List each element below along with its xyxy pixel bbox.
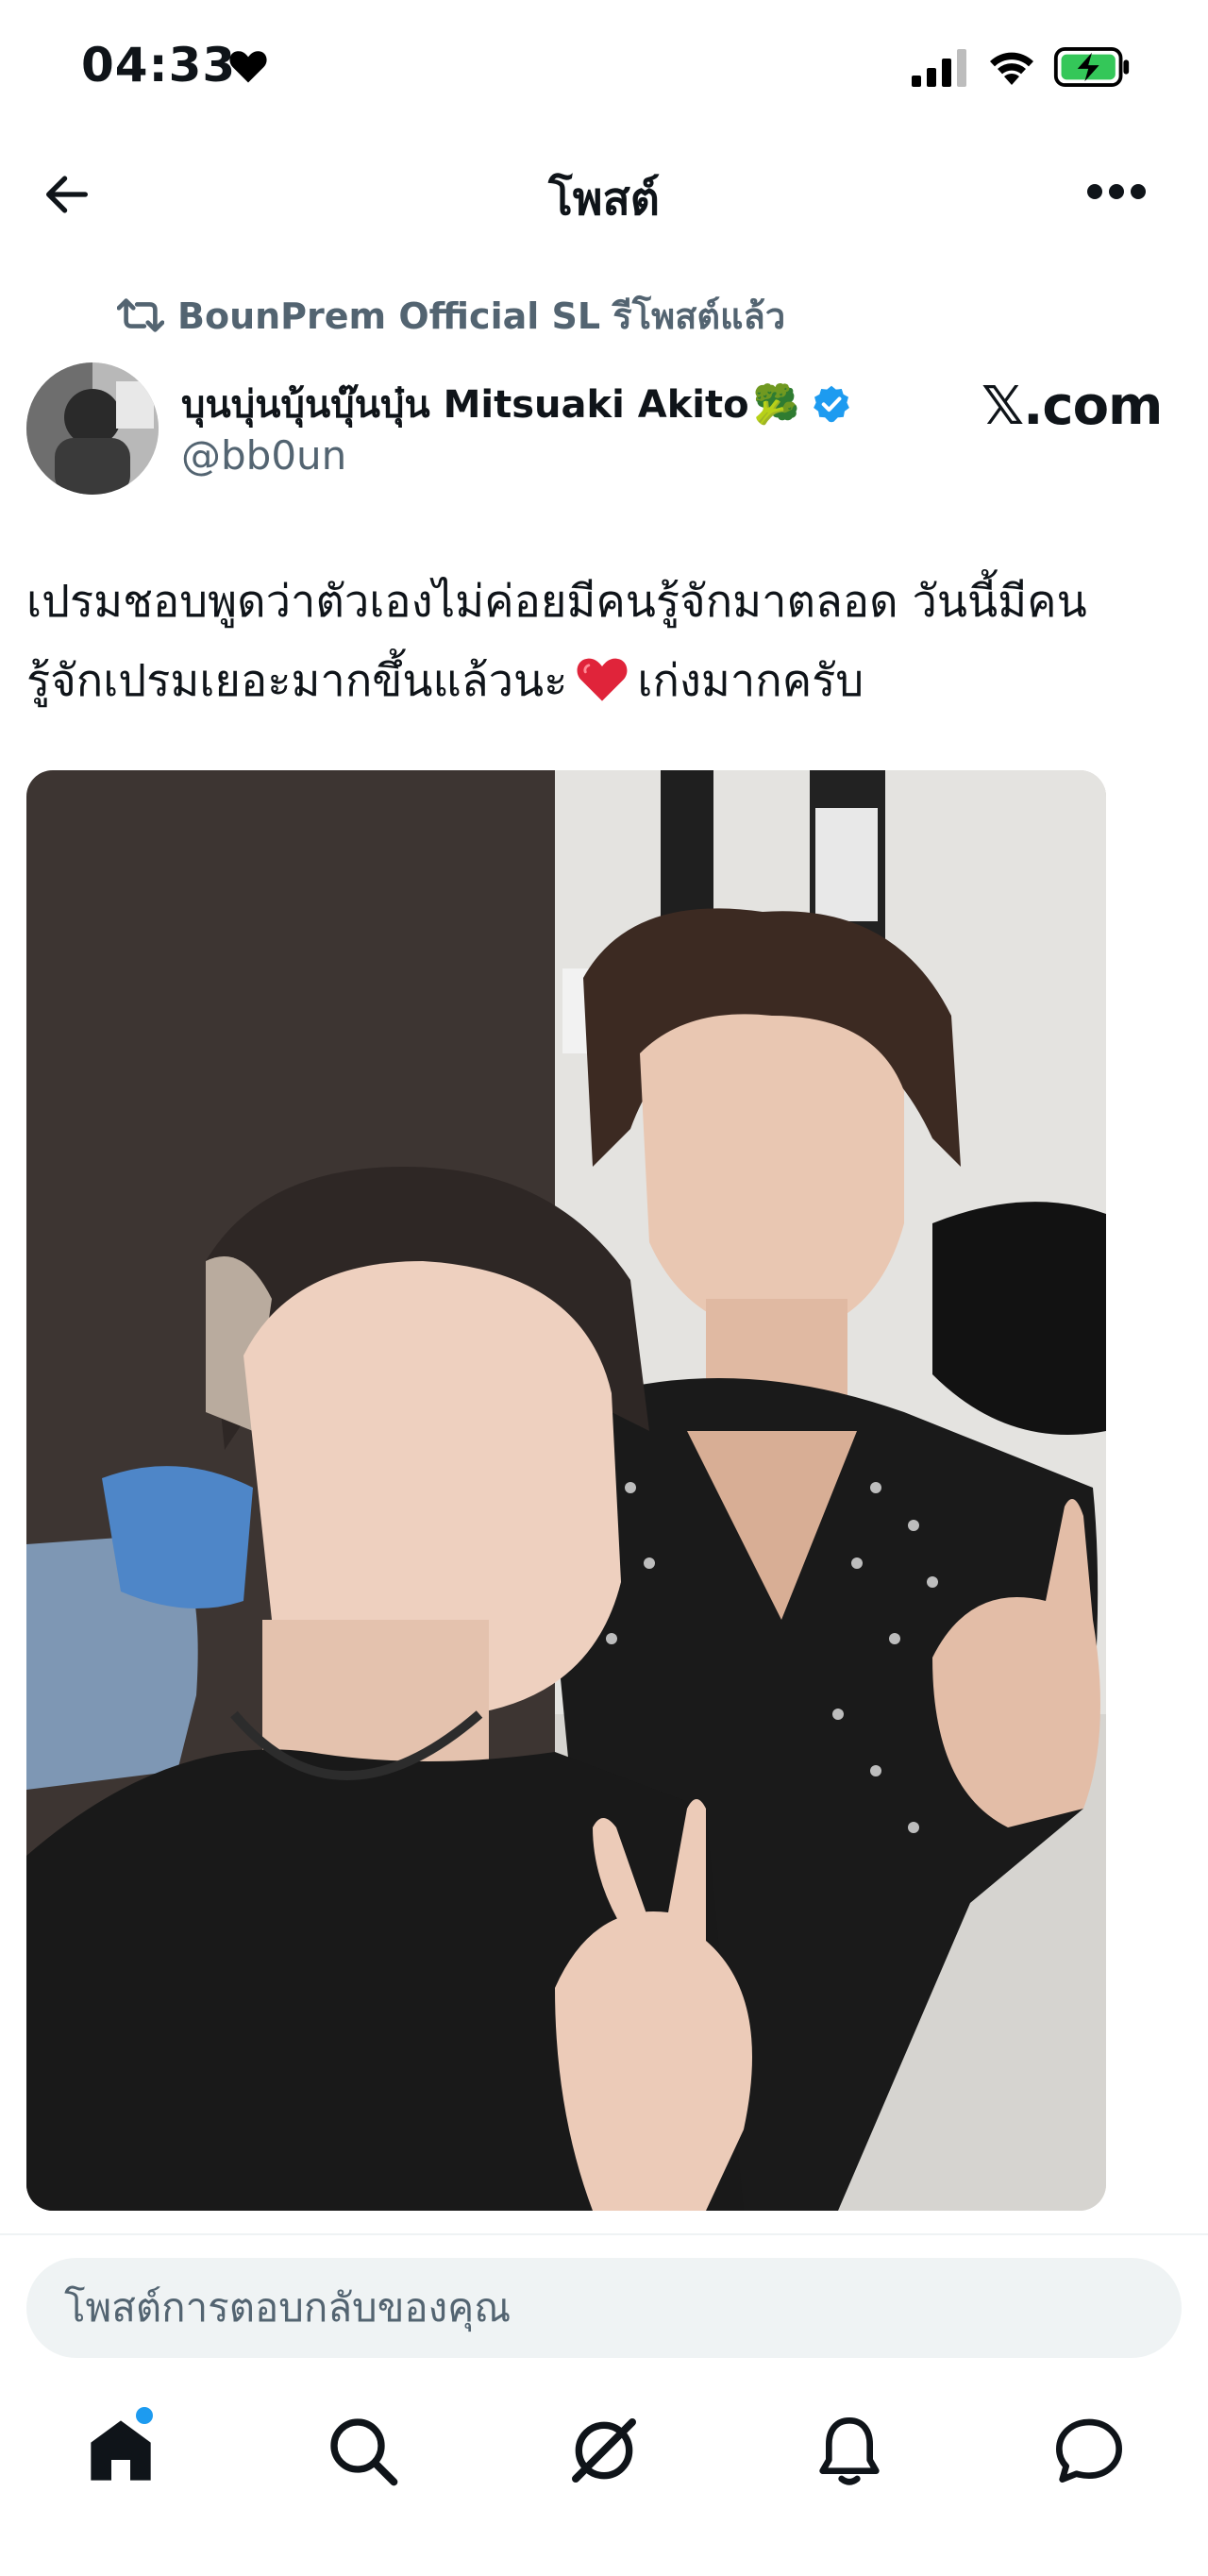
search-icon: [330, 2418, 398, 2486]
grok-icon: [572, 2418, 636, 2483]
red-heart-icon: [577, 658, 628, 701]
nav-home[interactable]: [83, 2413, 159, 2488]
repost-label: BounPrem Official SL รีโพสต์แล้ว: [177, 295, 786, 337]
x-com-watermark: 𝕏.com: [982, 376, 1163, 437]
post-text-segment: รู้จักเปรมเยอะมากขึ้นแล้วนะ: [26, 655, 568, 707]
reply-input[interactable]: โพสต์การตอบกลับของคุณ: [26, 2258, 1182, 2358]
home-notification-dot: [136, 2407, 153, 2424]
nav-notifications[interactable]: [812, 2413, 887, 2488]
avatar[interactable]: [26, 362, 159, 495]
home-icon: [91, 2420, 151, 2481]
author-name-emoji: 🥦: [752, 382, 800, 427]
notifications-icon: [819, 2417, 880, 2485]
author-name[interactable]: บุนบุ่นบุ้นบุ๊นบุ๋น Mitsuaki Akito: [181, 374, 749, 434]
author-handle[interactable]: @bb0un: [181, 432, 346, 479]
status-bar: 04:33: [0, 0, 1208, 137]
battery-charging-icon: [1053, 47, 1130, 87]
heart-icon: [229, 51, 267, 83]
signal-icon: [912, 49, 966, 87]
messages-icon: [1056, 2418, 1122, 2483]
post-photo[interactable]: [26, 770, 1106, 2211]
page-title: โพสต์: [548, 173, 660, 226]
nav-messages[interactable]: [1051, 2413, 1127, 2488]
nav-search[interactable]: [325, 2413, 400, 2488]
verified-badge-icon: [814, 385, 850, 423]
post-header: โพสต์: [0, 137, 1208, 250]
bottom-nav: [0, 2379, 1208, 2520]
repost-icon: [117, 298, 164, 332]
author-name-row[interactable]: บุนบุ่นบุ้นบุ๊นบุ๋น Mitsuaki Akito 🥦: [181, 374, 852, 434]
post-text: เปรมชอบพูดว่าตัวเองไม่ค่อยมีคนรู้จักมาตล…: [26, 563, 1187, 721]
reply-divider: [0, 2233, 1208, 2235]
repost-indicator[interactable]: BounPrem Official SL รีโพสต์แล้ว: [117, 287, 785, 344]
more-icon[interactable]: [1085, 180, 1148, 203]
post-text-line-2: รู้จักเปรมเยอะมากขึ้นแล้วนะ เก่งมากครับ: [26, 642, 1187, 721]
wifi-icon: [990, 52, 1033, 85]
post-text-line-1: เปรมชอบพูดว่าตัวเองไม่ค่อยมีคนรู้จักมาตล…: [26, 576, 1087, 628]
status-time: 04:33: [81, 38, 237, 93]
nav-grok[interactable]: [566, 2413, 642, 2488]
post-text-segment: เก่งมากครับ: [637, 655, 864, 707]
